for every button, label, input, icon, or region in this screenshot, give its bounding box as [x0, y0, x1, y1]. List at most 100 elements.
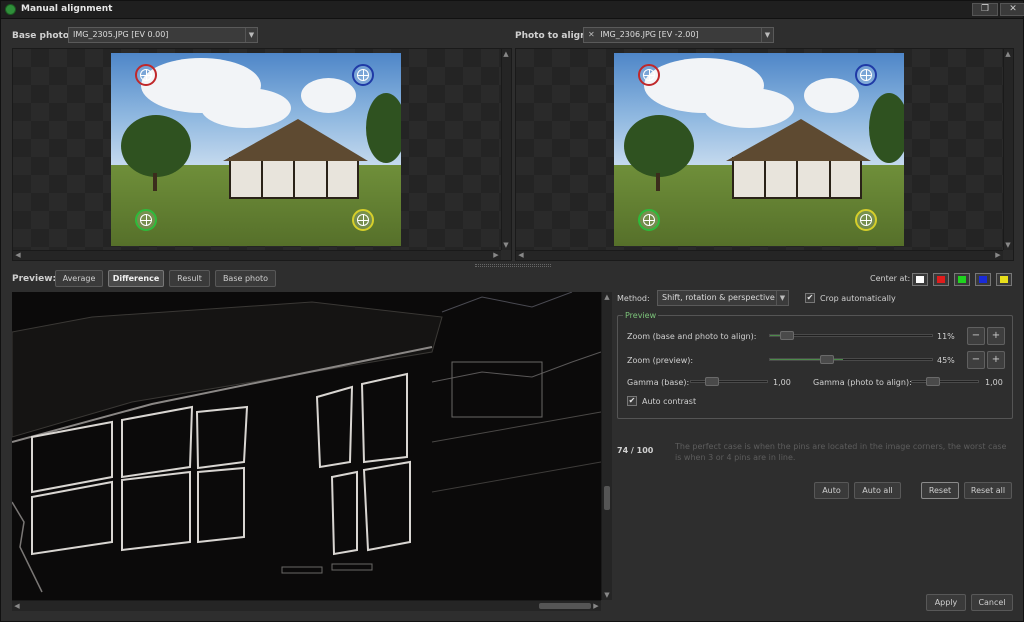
difference-preview[interactable]: [12, 292, 601, 600]
crop-automatically-checkbox[interactable]: ✔: [805, 293, 815, 303]
tab-result[interactable]: Result: [169, 270, 210, 287]
preview-label: Preview:: [12, 274, 57, 284]
arrow-left-icon[interactable]: ◀: [14, 251, 22, 259]
gamma-align-thumb[interactable]: [926, 377, 940, 386]
gamma-align-slider[interactable]: [911, 377, 979, 386]
photo-to-align-label: Photo to align:: [515, 31, 591, 41]
restore-button[interactable]: ❐: [972, 3, 998, 16]
zoom-base-label: Zoom (base and photo to align):: [627, 332, 757, 341]
arrow-up-icon[interactable]: ▲: [1004, 50, 1012, 58]
center-green-button[interactable]: [954, 273, 970, 286]
arrow-right-icon[interactable]: ▶: [492, 251, 500, 259]
photo-to-align-select[interactable]: ✕ IMG_2306.JPG [EV -2.00] ▼: [583, 27, 774, 43]
blue-pin-icon[interactable]: [352, 64, 374, 86]
method-value: Shift, rotation & perspective: [662, 293, 775, 302]
gamma-align-label: Gamma (photo to align):: [813, 378, 912, 387]
auto-all-button[interactable]: Auto all: [854, 482, 901, 499]
preview-horizontal-scrollbar[interactable]: ◀ ▶: [12, 600, 601, 611]
zoom-out-icon: −: [971, 354, 981, 365]
zoom-preview-thumb[interactable]: [820, 355, 834, 364]
arrow-up-icon[interactable]: ▲: [502, 50, 510, 58]
preview-vertical-scrollbar[interactable]: ▲ ▼: [601, 292, 612, 600]
yellow-pin-icon[interactable]: [855, 209, 877, 231]
arrow-down-icon[interactable]: ▼: [603, 591, 611, 599]
red-pin-icon[interactable]: [638, 64, 660, 86]
remove-icon[interactable]: ✕: [588, 30, 595, 39]
chevron-down-icon: ▼: [761, 28, 773, 42]
auto-button[interactable]: Auto: [814, 482, 849, 499]
zoom-base-thumb[interactable]: [780, 331, 794, 340]
crop-automatically-label: Crop automatically: [820, 294, 896, 303]
method-select[interactable]: Shift, rotation & perspective ▼: [657, 290, 789, 306]
chevron-down-icon: ▼: [245, 28, 257, 42]
center-yellow-button[interactable]: [996, 273, 1012, 286]
zoom-preview-slider[interactable]: [769, 355, 933, 364]
pane-splitter[interactable]: [475, 264, 551, 267]
window-title: Manual alignment: [21, 4, 113, 14]
base-photo-label: Base photo:: [12, 31, 73, 41]
auto-contrast-checkbox[interactable]: ✔: [627, 396, 637, 406]
blue-pin-icon[interactable]: [855, 64, 877, 86]
difference-edges-image: [12, 292, 601, 593]
photo-to-align-pane[interactable]: ▲ ▼ ◀ ▶: [515, 48, 1014, 261]
zoom-in-icon: +: [991, 330, 1001, 341]
yellow-pin-icon[interactable]: [352, 209, 374, 231]
base-photo-select[interactable]: IMG_2305.JPG [EV 0.00] ▼: [68, 27, 258, 43]
barn-shape: [732, 157, 862, 199]
close-button[interactable]: ✕: [1000, 3, 1024, 16]
align-pane-vertical-scrollbar[interactable]: ▲ ▼: [1003, 49, 1013, 250]
zoom-preview-value: 45%: [937, 356, 955, 365]
zoom-out-icon: −: [971, 330, 981, 341]
preview-group-title: Preview: [623, 311, 659, 320]
center-at-label: Center at:: [870, 274, 911, 283]
arrow-down-icon[interactable]: ▼: [502, 241, 510, 249]
gamma-base-label: Gamma (base):: [627, 378, 690, 387]
cancel-button[interactable]: Cancel: [971, 594, 1013, 611]
tab-average[interactable]: Average: [55, 270, 103, 287]
center-white-button[interactable]: [912, 273, 928, 286]
arrow-up-icon[interactable]: ▲: [603, 293, 611, 301]
base-pane-horizontal-scrollbar[interactable]: ◀ ▶: [13, 250, 501, 260]
arrow-down-icon[interactable]: ▼: [1004, 241, 1012, 249]
reset-button[interactable]: Reset: [921, 482, 959, 499]
zoom-in-preview-button[interactable]: +: [987, 351, 1005, 369]
scrollbar-thumb[interactable]: [539, 603, 591, 609]
title-bar: Manual alignment ❐ ✕: [1, 1, 1024, 19]
scrollbar-thumb[interactable]: [604, 486, 610, 510]
center-blue-button[interactable]: [975, 273, 991, 286]
zoom-base-slider[interactable]: [769, 331, 933, 340]
green-swatch-icon: [958, 276, 966, 283]
app-logo-icon: [5, 4, 16, 15]
arrow-left-icon[interactable]: ◀: [13, 602, 21, 610]
base-pane-vertical-scrollbar[interactable]: ▲ ▼: [501, 49, 511, 250]
alignment-score: 74 / 100: [617, 446, 654, 455]
zoom-preview-label: Zoom (preview):: [627, 356, 694, 365]
white-swatch-icon: [916, 276, 924, 283]
auto-contrast-label: Auto contrast: [642, 397, 697, 406]
tab-base-photo[interactable]: Base photo: [215, 270, 276, 287]
barn-shape: [229, 157, 359, 199]
green-pin-icon[interactable]: [638, 209, 660, 231]
zoom-in-base-button[interactable]: +: [987, 327, 1005, 345]
apply-button[interactable]: Apply: [926, 594, 966, 611]
gamma-base-thumb[interactable]: [705, 377, 719, 386]
arrow-right-icon[interactable]: ▶: [994, 251, 1002, 259]
arrow-right-icon[interactable]: ▶: [592, 602, 600, 610]
reset-all-button[interactable]: Reset all: [964, 482, 1012, 499]
gamma-base-slider[interactable]: [690, 377, 768, 386]
red-pin-icon[interactable]: [135, 64, 157, 86]
method-label: Method:: [617, 294, 650, 303]
chevron-down-icon: ▼: [776, 291, 788, 305]
zoom-out-preview-button[interactable]: −: [967, 351, 985, 369]
tab-difference[interactable]: Difference: [108, 270, 164, 287]
zoom-base-value: 11%: [937, 332, 955, 341]
zoom-out-base-button[interactable]: −: [967, 327, 985, 345]
alignment-hint: The perfect case is when the pins are lo…: [675, 442, 1007, 462]
arrow-left-icon[interactable]: ◀: [517, 251, 525, 259]
align-pane-horizontal-scrollbar[interactable]: ◀ ▶: [516, 250, 1003, 260]
center-red-button[interactable]: [933, 273, 949, 286]
photo-to-align-value: IMG_2306.JPG [EV -2.00]: [600, 30, 699, 39]
base-photo-pane[interactable]: ▲ ▼ ◀ ▶: [12, 48, 512, 261]
green-pin-icon[interactable]: [135, 209, 157, 231]
yellow-swatch-icon: [1000, 276, 1008, 283]
